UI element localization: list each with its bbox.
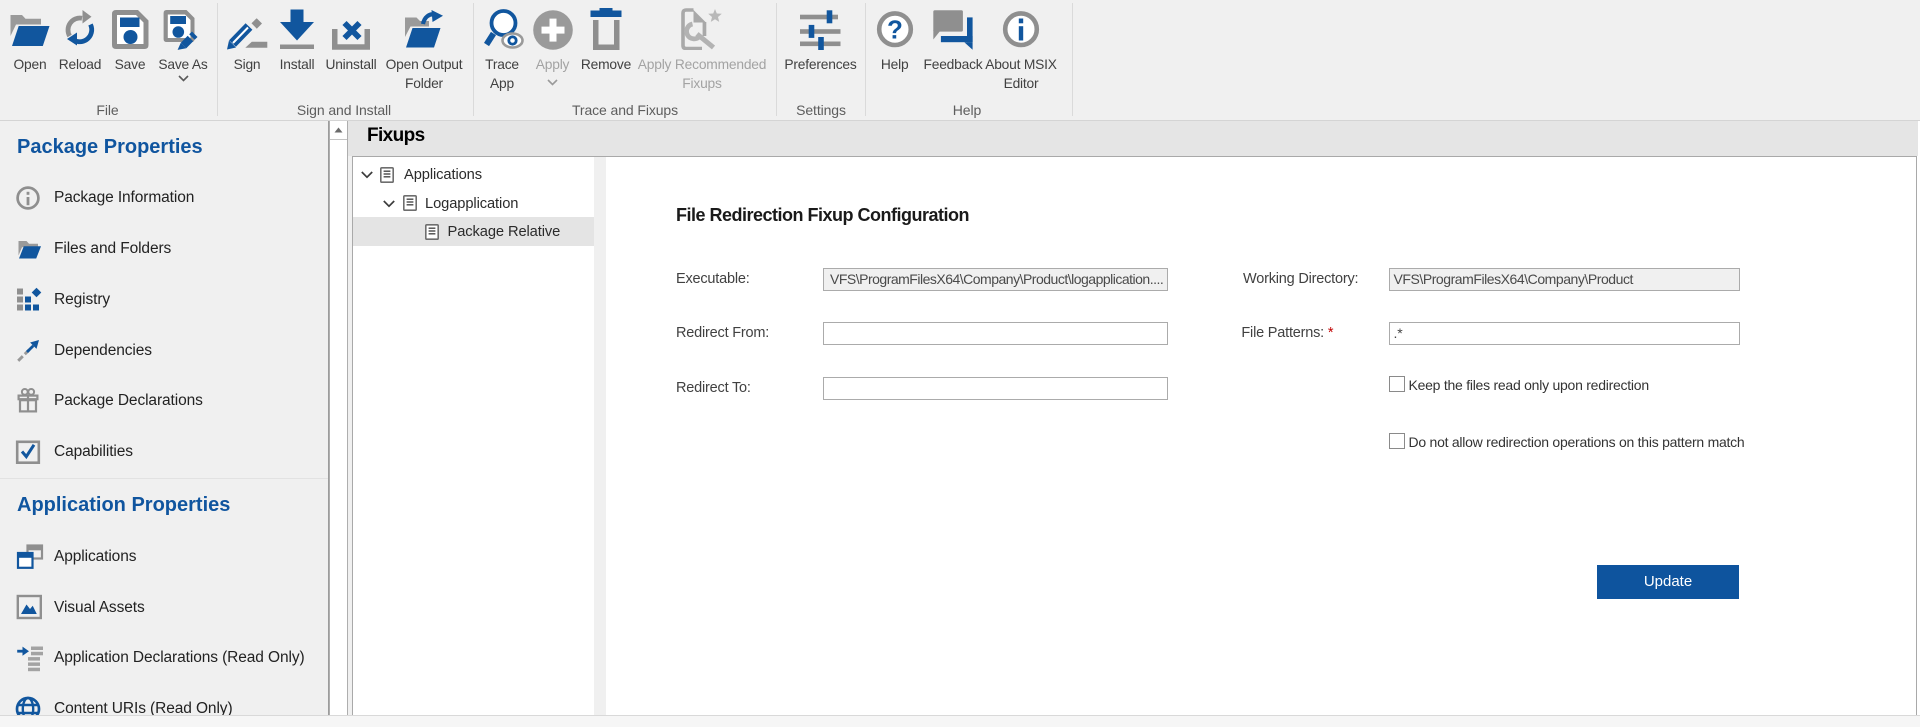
svg-text:?: ? (887, 15, 903, 45)
